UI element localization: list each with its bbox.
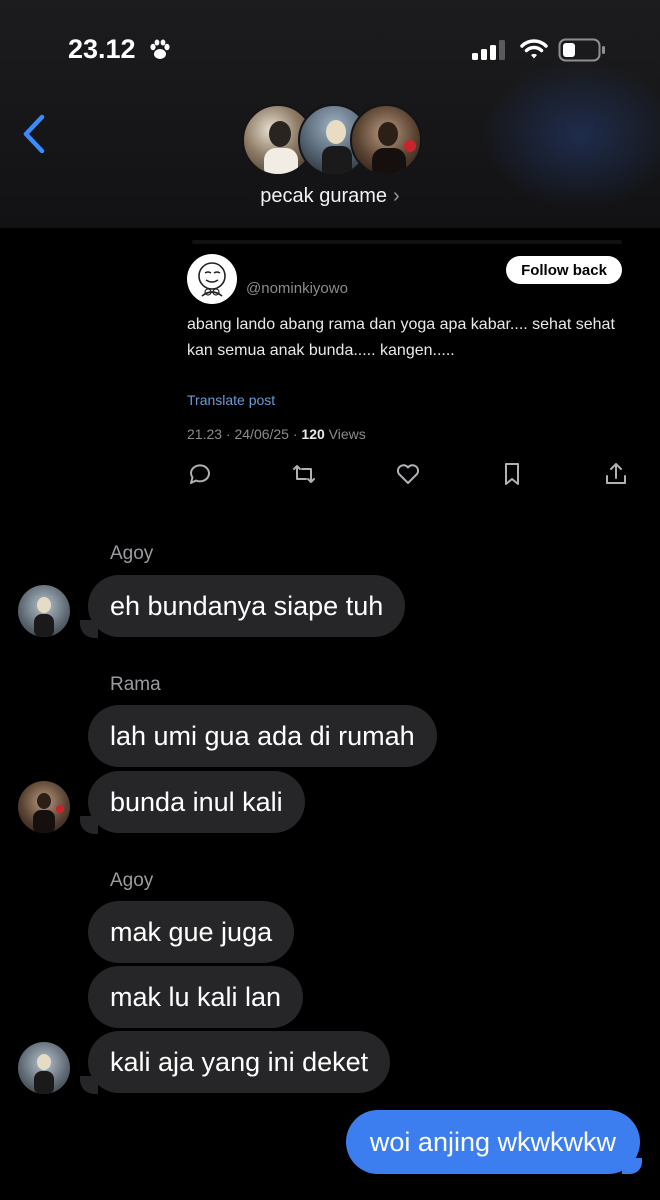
outgoing-message-bubble[interactable]: woi anjing wkwkwkw [345, 1110, 640, 1174]
contact-avatar[interactable] [18, 585, 70, 637]
signal-icon [472, 40, 505, 60]
like-icon[interactable] [394, 460, 422, 488]
contact-avatar[interactable] [18, 1042, 70, 1094]
group-name-row[interactable]: pecak gurame › [0, 185, 660, 208]
group-name: pecak gurame [260, 185, 388, 207]
post-actions [186, 460, 630, 490]
group-avatars[interactable] [242, 104, 422, 178]
translate-post-link[interactable]: Translate post [187, 392, 275, 408]
post-meta: 21.23 · 24/06/25 · 120 Views [187, 426, 366, 442]
shared-post-card[interactable]: @nominkiyowo Follow back abang lando aba… [172, 240, 632, 502]
sender-name: Agoy [110, 543, 154, 564]
post-text: abang lando abang rama dan yoga apa kaba… [187, 316, 615, 359]
message-bubble[interactable]: kali aja yang ini deket [88, 1031, 391, 1093]
post-author-avatar[interactable] [187, 254, 237, 304]
sender-name: Rama [110, 674, 161, 695]
paw-icon [150, 39, 170, 59]
message-bubble[interactable]: eh bundanya siape tuh [88, 575, 406, 637]
post-views-count: 120 [301, 426, 325, 442]
back-chevron-icon[interactable] [20, 114, 48, 154]
reply-icon[interactable] [186, 460, 214, 488]
repost-icon[interactable] [290, 460, 318, 488]
message-bubble[interactable]: mak lu kali lan [88, 966, 304, 1028]
contact-avatar[interactable] [18, 781, 70, 833]
chat-header: 23.12 pecak gurame › [0, 0, 660, 228]
share-icon[interactable] [602, 460, 630, 488]
group-avatar-3 [350, 104, 422, 176]
status-time: 23.12 [68, 34, 136, 64]
message-bubble[interactable]: lah umi gua ada di rumah [88, 705, 437, 767]
post-views-label: Views [324, 426, 366, 442]
battery-icon [558, 38, 605, 62]
post-timestamp: 21.23 · 24/06/25 · [187, 426, 302, 442]
sender-name: Agoy [110, 870, 154, 891]
wifi-icon [520, 39, 548, 59]
chevron-right-icon: › [393, 185, 400, 207]
message-bubble[interactable]: mak gue juga [88, 901, 295, 963]
follow-back-button[interactable]: Follow back [506, 256, 622, 284]
message-bubble[interactable]: bunda inul kali [88, 771, 305, 833]
post-handle[interactable]: @nominkiyowo [246, 280, 348, 297]
card-divider [192, 240, 622, 244]
bookmark-icon[interactable] [498, 460, 526, 488]
